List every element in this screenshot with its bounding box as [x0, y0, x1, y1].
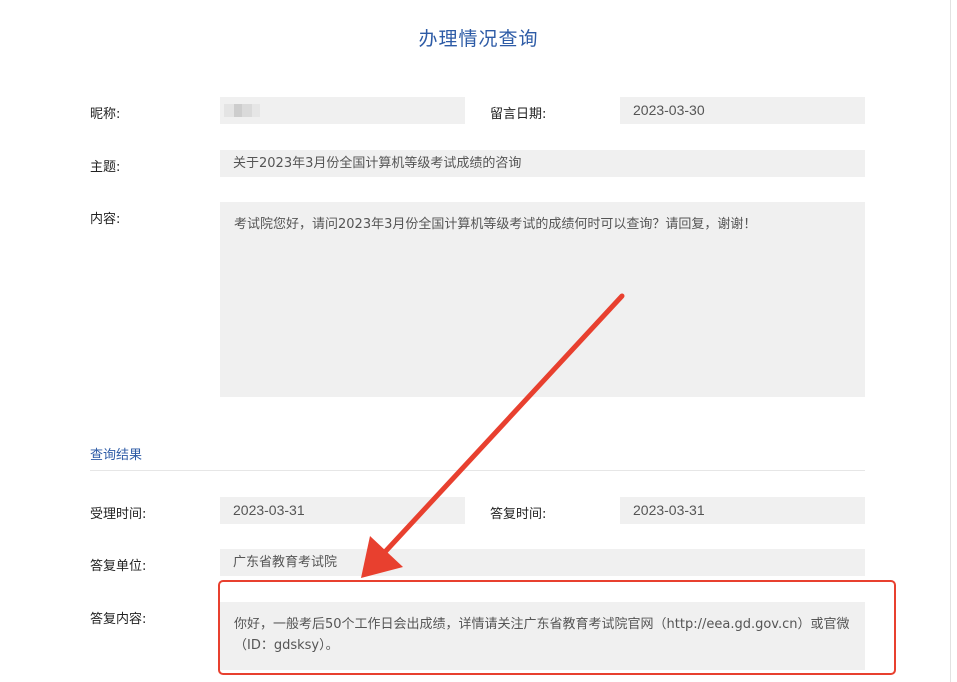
reply-time-field: 2023-03-31 — [620, 497, 865, 524]
date-label: 留言日期: — [490, 107, 547, 122]
content-field: 考试院您好，请问2023年3月份全国计算机等级考试的成绩何时可以查询？请回复，谢… — [220, 202, 865, 397]
nickname-field — [220, 97, 465, 124]
reply-content-label: 答复内容: — [90, 612, 147, 627]
reply-unit-label: 答复单位: — [90, 559, 147, 574]
subject-label: 主题: — [90, 160, 121, 175]
content-label: 内容: — [90, 212, 121, 227]
section-title-result: 查询结果 — [90, 448, 143, 463]
page: 办理情况查询 昵称: 留言日期: 2023-03-30 主题: 关于2023年3… — [0, 0, 957, 682]
date-field: 2023-03-30 — [620, 97, 865, 124]
page-title: 办理情况查询 — [418, 28, 539, 50]
reply-unit-field: 广东省教育考试院 — [220, 549, 865, 576]
subject-field: 关于2023年3月份全国计算机等级考试成绩的咨询 — [220, 150, 865, 177]
nickname-label: 昵称: — [90, 107, 121, 122]
section-divider — [90, 470, 865, 471]
reply-time-label: 答复时间: — [490, 507, 547, 522]
annotation-highlight-box — [218, 580, 896, 675]
page-right-border — [950, 0, 951, 682]
accept-time-field: 2023-03-31 — [220, 497, 465, 524]
redacted-nickname — [224, 104, 270, 117]
accept-time-label: 受理时间: — [90, 507, 147, 522]
